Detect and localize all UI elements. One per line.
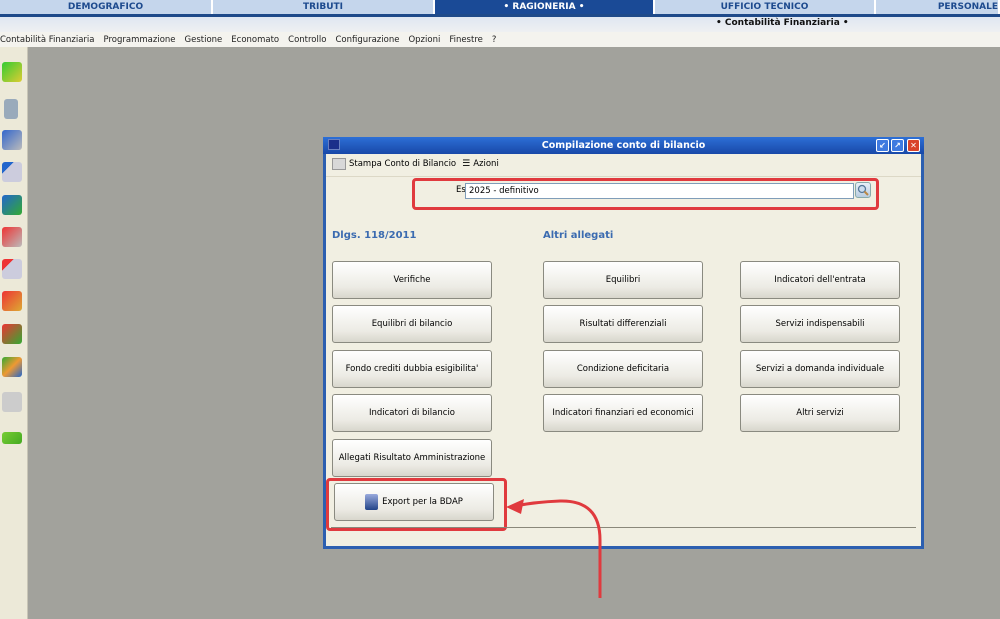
annotation-arrow xyxy=(506,499,602,598)
